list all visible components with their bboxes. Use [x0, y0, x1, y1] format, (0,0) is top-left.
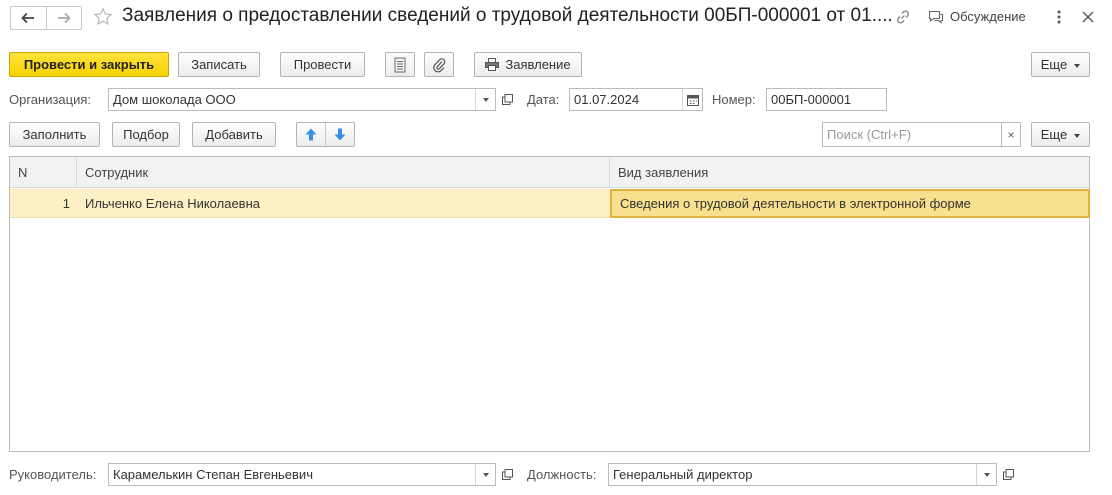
organization-label: Организация:: [9, 92, 92, 107]
document-list-icon: [394, 57, 406, 72]
position-field[interactable]: Генеральный директор: [608, 463, 997, 486]
number-value: 00БП-000001: [771, 92, 852, 107]
table-more-button[interactable]: Еще: [1031, 122, 1090, 147]
position-dropdown-button[interactable]: [976, 464, 996, 485]
pick-label: Подбор: [123, 127, 169, 142]
head-open-button[interactable]: [497, 463, 517, 486]
paperclip-icon: [433, 57, 446, 72]
organization-open-button[interactable]: [497, 88, 517, 111]
date-label: Дата:: [527, 92, 560, 107]
number-field[interactable]: 00БП-000001: [766, 88, 887, 111]
organization-dropdown-button[interactable]: [475, 89, 495, 110]
close-icon: ×: [1007, 127, 1015, 142]
forward-arrow-icon: [57, 12, 71, 24]
position-open-button[interactable]: [998, 463, 1018, 486]
save-label: Записать: [191, 57, 247, 72]
head-value: Карамелькин Степан Евгеньевич: [113, 467, 313, 482]
move-row-group: [296, 122, 355, 147]
head-field[interactable]: Карамелькин Степан Евгеньевич: [108, 463, 496, 486]
discussion-button[interactable]: Обсуждение: [928, 9, 1026, 24]
move-up-button[interactable]: [297, 123, 325, 146]
table-row[interactable]: 1 Ильченко Елена Николаевна Сведения о т…: [10, 189, 1090, 218]
more-vertical-icon[interactable]: [1052, 8, 1066, 26]
chevron-down-icon: [983, 472, 990, 477]
date-field[interactable]: 01.07.2024: [569, 88, 703, 111]
table-more-label: Еще: [1040, 127, 1068, 142]
more-actions-label: Еще: [1040, 57, 1068, 72]
post-label: Провести: [293, 57, 352, 72]
document-list-button[interactable]: [385, 52, 415, 77]
discussion-label: Обсуждение: [950, 9, 1026, 24]
close-icon[interactable]: [1080, 9, 1096, 25]
head-dropdown-button[interactable]: [475, 464, 495, 485]
row-statement-kind[interactable]: Сведения о трудовой деятельности в элект…: [610, 189, 1090, 218]
position-label: Должность:: [527, 467, 597, 482]
print-statement-button[interactable]: Заявление: [474, 52, 582, 77]
star-icon[interactable]: [93, 7, 113, 27]
link-icon[interactable]: [895, 9, 911, 25]
employees-table[interactable]: N Сотрудник Вид заявления 1 Ильченко Еле…: [9, 156, 1090, 452]
chevron-down-icon: [482, 472, 489, 477]
fill-button[interactable]: Заполнить: [9, 122, 100, 147]
more-actions-button[interactable]: Еще: [1031, 52, 1090, 77]
post-and-close-button[interactable]: Провести и закрыть: [9, 52, 169, 77]
column-header-n[interactable]: N: [10, 157, 77, 188]
move-down-button[interactable]: [325, 123, 354, 146]
column-header-employee[interactable]: Сотрудник: [77, 157, 610, 188]
pick-button[interactable]: Подбор: [112, 122, 180, 147]
page-title: Заявления о предоставлении сведений о тр…: [122, 5, 892, 26]
move-up-icon: [305, 128, 317, 141]
add-label: Добавить: [205, 127, 263, 142]
head-label: Руководитель:: [9, 467, 97, 482]
open-form-icon: [1002, 469, 1014, 480]
column-header-statement-kind[interactable]: Вид заявления: [610, 157, 1089, 188]
forward-button[interactable]: [45, 7, 82, 29]
date-value: 01.07.2024: [574, 92, 640, 107]
navigation-group: [10, 6, 82, 30]
post-and-close-label: Провести и закрыть: [23, 57, 155, 72]
open-form-icon: [501, 469, 513, 480]
title-bar: Заявления о предоставлении сведений о тр…: [0, 0, 1112, 36]
organization-field[interactable]: Дом шоколада ООО: [108, 88, 496, 111]
chevron-down-icon: [1074, 63, 1081, 68]
back-button[interactable]: [11, 7, 46, 29]
attach-button[interactable]: [424, 52, 454, 77]
discussion-icon: [928, 10, 944, 24]
back-arrow-icon: [21, 12, 35, 24]
calendar-icon: [686, 94, 699, 106]
row-number: 1: [62, 196, 70, 211]
search-input[interactable]: [822, 122, 1002, 147]
organization-value: Дом шоколада ООО: [113, 92, 236, 107]
number-label: Номер:: [712, 92, 756, 107]
table-header: N Сотрудник Вид заявления: [10, 157, 1089, 188]
search-clear-button[interactable]: ×: [1001, 122, 1021, 147]
open-form-icon: [501, 94, 513, 105]
chevron-down-icon: [1074, 133, 1081, 138]
position-value: Генеральный директор: [613, 467, 753, 482]
move-down-icon: [334, 128, 346, 141]
post-button[interactable]: Провести: [280, 52, 365, 77]
save-button[interactable]: Записать: [178, 52, 260, 77]
chevron-down-icon: [482, 97, 489, 102]
calendar-button[interactable]: [682, 89, 702, 110]
row-employee[interactable]: Ильченко Елена Николаевна: [77, 189, 609, 218]
add-button[interactable]: Добавить: [192, 122, 276, 147]
printer-icon: [485, 58, 500, 71]
fill-label: Заполнить: [22, 127, 87, 142]
print-statement-label: Заявление: [505, 57, 571, 72]
